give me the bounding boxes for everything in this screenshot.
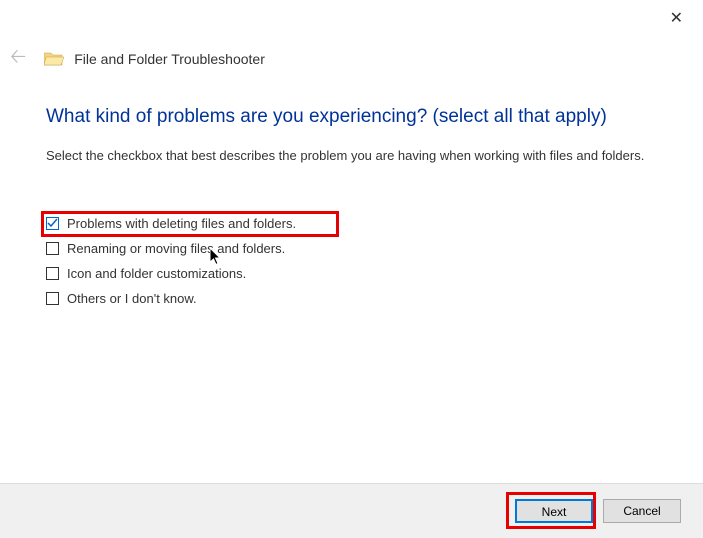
options-list: Problems with deleting files and folders… — [46, 216, 657, 306]
option-row-others[interactable]: Others or I don't know. — [46, 291, 657, 306]
close-button[interactable]: ✕ — [670, 8, 683, 28]
header-bar: 🡠 File and Folder Troubleshooter — [0, 0, 703, 76]
checkbox-delete[interactable] — [46, 217, 59, 230]
option-row-delete[interactable]: Problems with deleting files and folders… — [46, 216, 657, 231]
option-label[interactable]: Others or I don't know. — [67, 291, 197, 306]
cancel-button[interactable]: Cancel — [603, 499, 681, 523]
back-arrow-icon[interactable]: 🡠 — [10, 42, 26, 76]
footer-bar: Next Cancel — [0, 483, 703, 538]
checkmark-icon — [47, 218, 58, 229]
option-row-icon[interactable]: Icon and folder customizations. — [46, 266, 657, 281]
option-label[interactable]: Icon and folder customizations. — [67, 266, 246, 281]
instruction-text: Select the checkbox that best describes … — [46, 146, 657, 166]
folder-icon — [44, 51, 64, 67]
option-label[interactable]: Problems with deleting files and folders… — [67, 216, 296, 231]
content-area: What kind of problems are you experienci… — [0, 76, 703, 306]
question-heading: What kind of problems are you experienci… — [46, 106, 657, 128]
page-title: File and Folder Troubleshooter — [74, 51, 265, 67]
option-row-rename[interactable]: Renaming or moving files and folders. — [46, 241, 657, 256]
checkbox-others[interactable] — [46, 292, 59, 305]
next-button[interactable]: Next — [515, 499, 593, 523]
checkbox-rename[interactable] — [46, 242, 59, 255]
checkbox-icon[interactable] — [46, 267, 59, 280]
option-label[interactable]: Renaming or moving files and folders. — [67, 241, 285, 256]
